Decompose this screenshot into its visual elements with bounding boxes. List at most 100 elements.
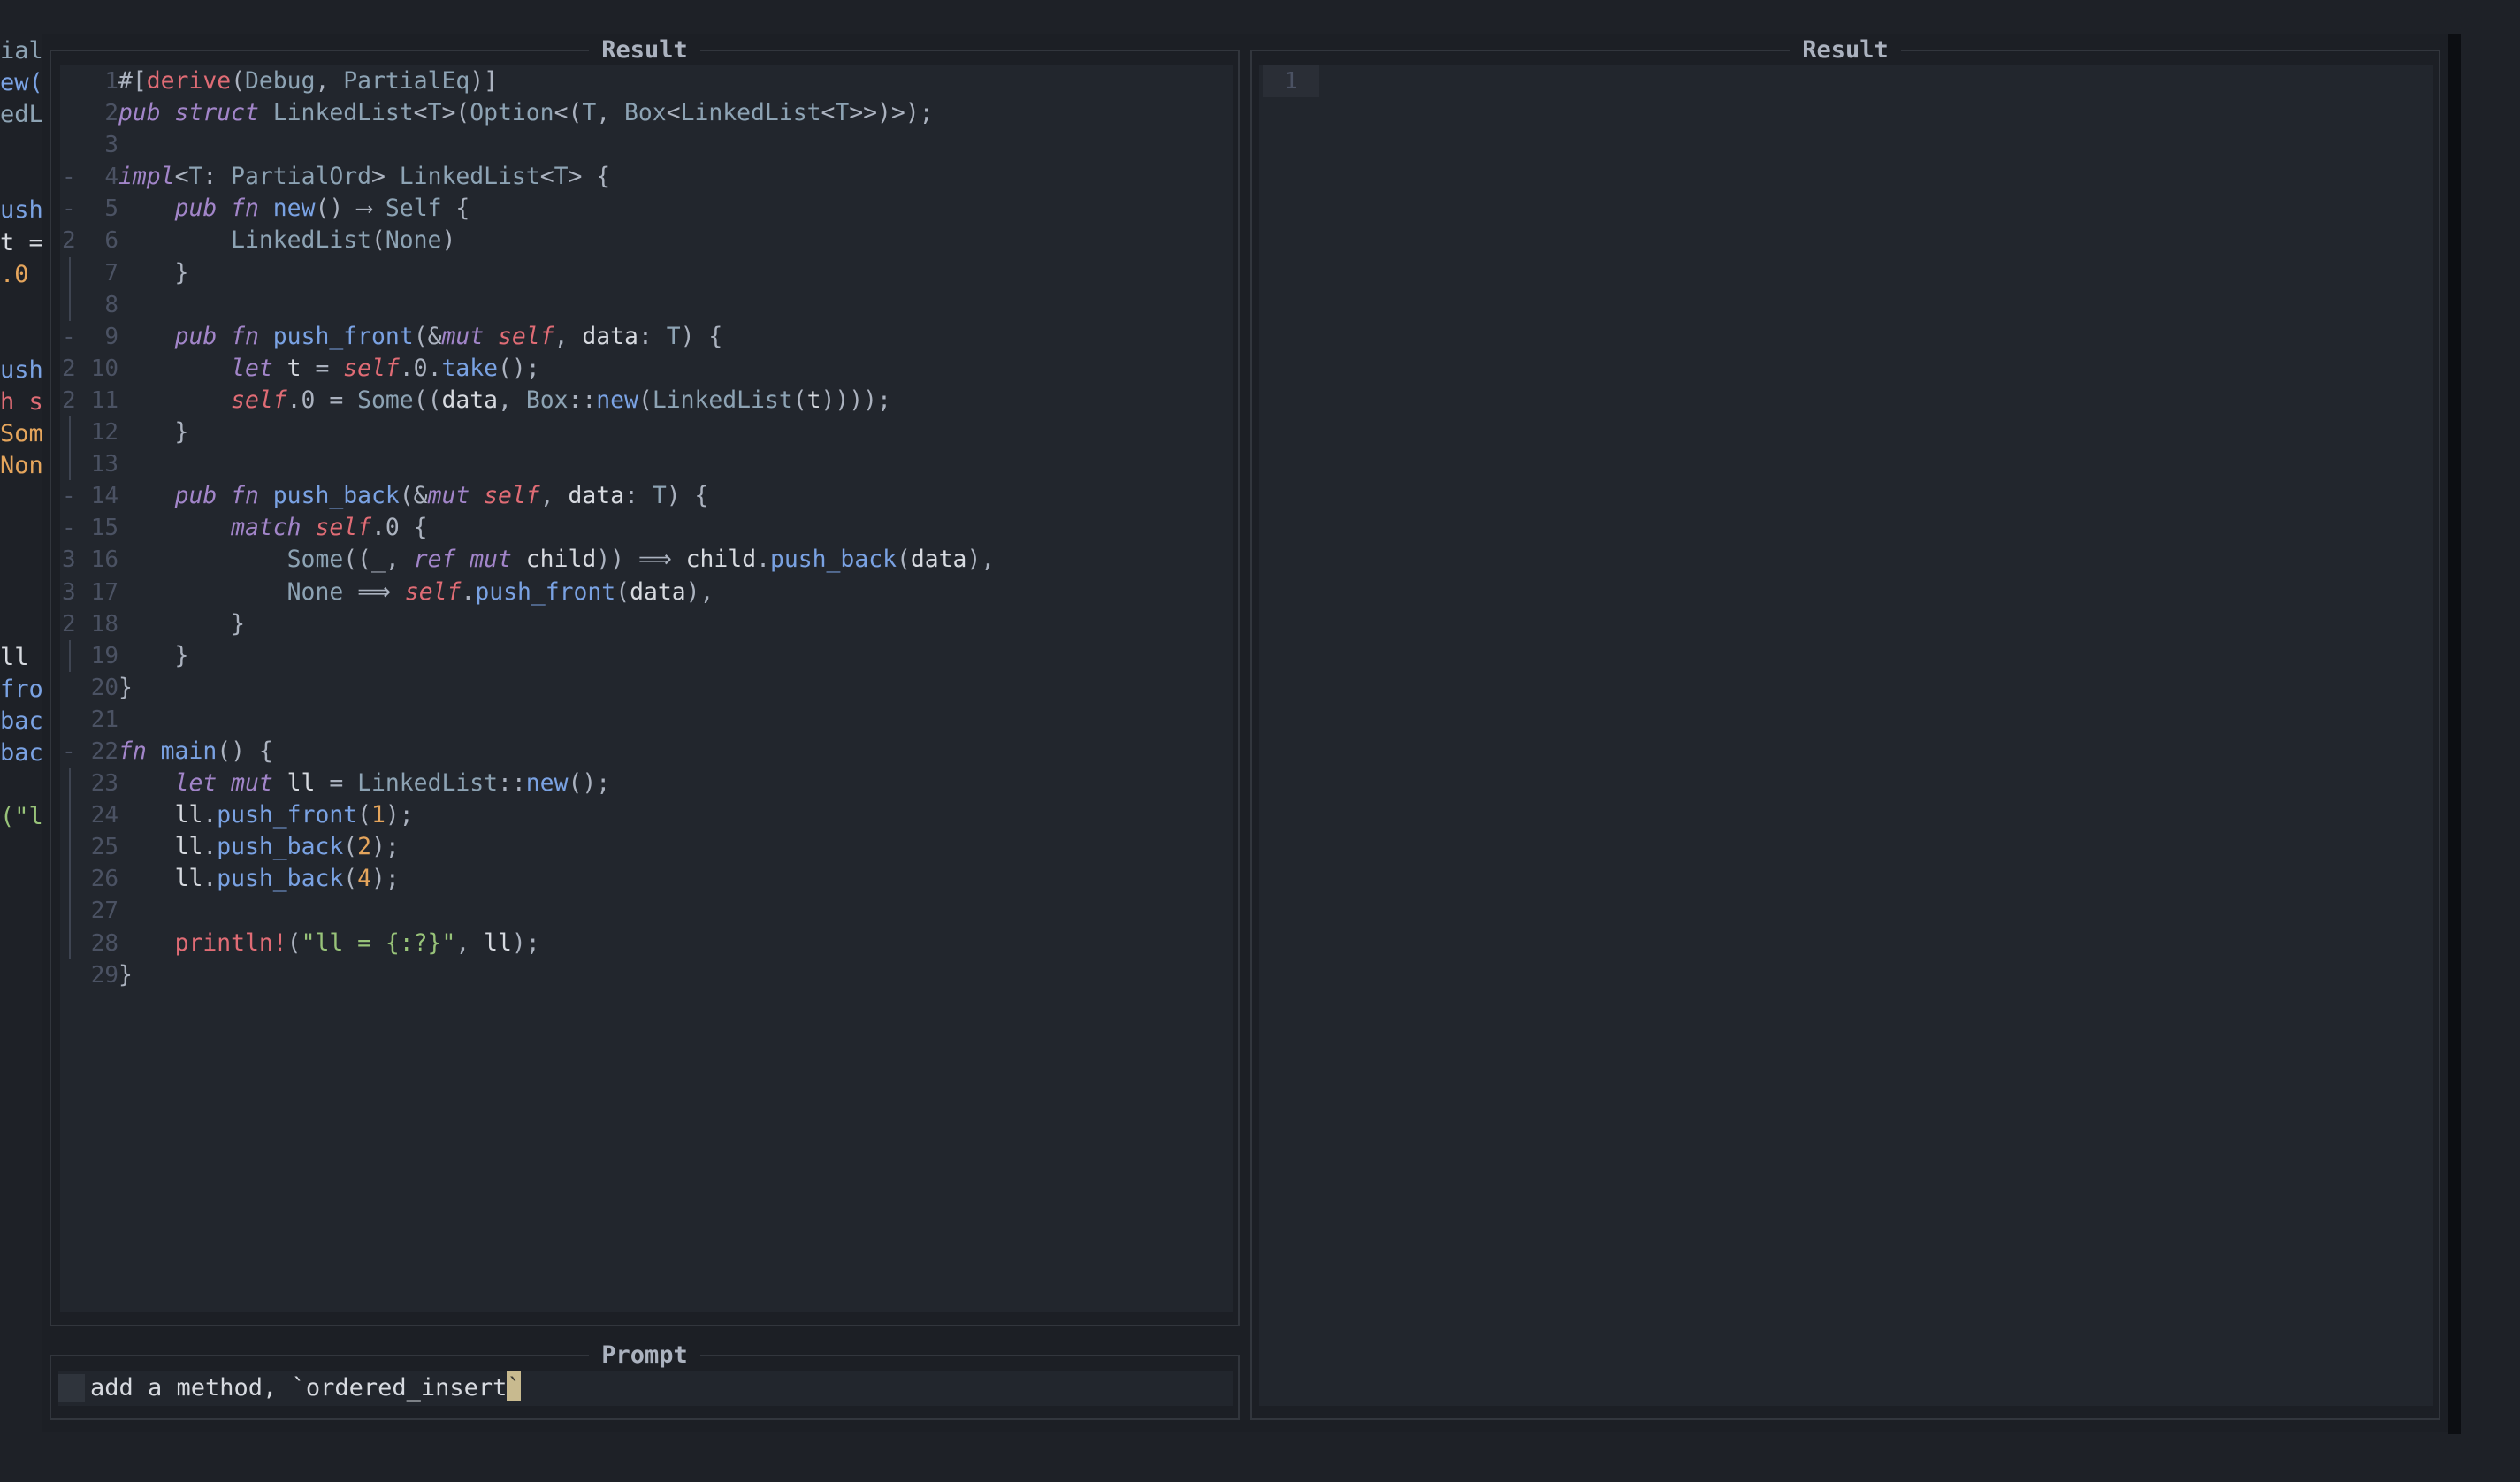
code-line[interactable]: 20} — [60, 672, 1233, 704]
code-line[interactable]: 3 16 Some((_, ref mut child)) ⟹ child.pus… — [60, 544, 1233, 576]
line-number: 10 — [90, 355, 118, 382]
line-number: 4 — [104, 164, 118, 191]
sliver-line: t = — [0, 228, 43, 256]
code-text: pub struct LinkedList<T>(Option<(T, Box<… — [118, 97, 934, 129]
sliver-line — [0, 546, 46, 578]
code-line[interactable]: 1 #[derive(Debug, PartialEq)] — [60, 65, 1233, 97]
line-number: 8 — [104, 291, 118, 318]
code-line[interactable]: 13 — [60, 448, 1233, 481]
line-gutter: 7 — [60, 256, 118, 289]
code-token: main — [160, 737, 218, 765]
line-gutter: -22 — [60, 736, 118, 768]
code-token: ((_, — [343, 546, 414, 574]
code-token: T — [582, 99, 597, 127]
code-line[interactable]: -14 pub fn push_back(&mut self, data: T)… — [60, 480, 1233, 512]
line-gutter: 8 — [60, 288, 118, 321]
code-line[interactable]: 26 ll.push_back(4); — [60, 863, 1233, 896]
fold-marker[interactable]: - — [62, 736, 76, 768]
line-gutter: 26 — [60, 863, 118, 896]
fold-marker[interactable]: - — [62, 193, 76, 225]
code-line[interactable]: 2 10 let t = self.0.take(); — [60, 353, 1233, 385]
code-text: ll.push_front(1); — [118, 799, 414, 831]
code-token: , — [455, 928, 485, 957]
code-view[interactable]: 1 #[derive(Debug, PartialEq)] 2 pub struct … — [60, 65, 1233, 991]
code-token: . — [202, 801, 218, 829]
line-gutter: -4 — [60, 161, 118, 193]
code-line[interactable]: 24 ll.push_front(1); — [60, 799, 1233, 832]
line-gutter: 28 — [60, 927, 118, 959]
code-token: } — [118, 418, 189, 447]
code-token: data — [441, 386, 499, 414]
code-line[interactable]: 12 } — [60, 416, 1233, 449]
code-line[interactable]: 7 } — [60, 256, 1233, 289]
code-line[interactable]: 3 — [60, 129, 1233, 161]
fold-guide — [69, 831, 71, 864]
fold-marker[interactable]: 2 — [62, 385, 76, 416]
line-gutter: -9 — [60, 321, 118, 353]
code-token: ( — [343, 833, 358, 861]
line-number: 22 — [90, 737, 118, 765]
code-line[interactable]: 2 18 } — [60, 608, 1233, 640]
code-token: } — [118, 673, 133, 701]
fold-marker[interactable]: 2 — [62, 608, 76, 640]
code-token: } — [118, 258, 189, 286]
code-line[interactable]: 8 — [60, 288, 1233, 321]
code-token: new — [272, 195, 316, 223]
code-line[interactable]: 2 pub struct LinkedList<T>(Option<(T, Box… — [60, 97, 1233, 129]
code-token: ), — [966, 546, 996, 574]
code-line[interactable]: 28 println!("ll = {:?}", ll); — [60, 927, 1233, 959]
code-line[interactable]: -22 fn main() { — [60, 736, 1233, 768]
fold-marker[interactable]: - — [62, 161, 76, 193]
code-text: pub fn push_front(&mut self, data: T) { — [118, 321, 723, 353]
code-line[interactable]: 21 — [60, 704, 1233, 736]
code-token: let — [231, 354, 287, 382]
fold-marker[interactable]: - — [62, 321, 76, 353]
code-token: . — [202, 865, 218, 893]
prompt-input[interactable]: add a method, `ordered_insert` — [58, 1371, 1233, 1406]
code-token: data — [582, 322, 638, 350]
fold-marker[interactable]: 2 — [62, 225, 76, 256]
code-text: } — [118, 608, 245, 640]
line-number: 28 — [90, 929, 118, 957]
code-editor[interactable]: 1 #[derive(Debug, PartialEq)] 2 pub struct … — [60, 65, 1233, 1312]
sliver-line: ew( — [0, 69, 43, 97]
code-token: . — [461, 577, 476, 606]
code-line[interactable]: -15 match self.0 { — [60, 512, 1233, 544]
fold-marker[interactable]: 2 — [62, 353, 76, 385]
fold-marker[interactable]: - — [62, 480, 76, 512]
sliver-line: .0 — [0, 260, 29, 288]
code-line[interactable]: 2 11 self.0 = Some((data, Box::new(Linked… — [60, 385, 1233, 416]
code-token: t — [286, 354, 302, 382]
code-token: t — [806, 386, 821, 414]
code-line[interactable]: 27 — [60, 895, 1233, 928]
code-token: data — [910, 546, 967, 574]
code-token: , — [498, 386, 526, 414]
sliver-line — [0, 163, 46, 195]
code-token: 2 — [357, 833, 372, 861]
fold-guide — [69, 639, 71, 672]
code-token: , — [596, 99, 625, 127]
fold-marker[interactable]: 3 — [62, 544, 76, 576]
code-line[interactable]: 3 17 None ⟹ self.push_front(data), — [60, 577, 1233, 608]
result-editor[interactable]: 1 — [1259, 65, 2433, 1406]
fold-guide — [69, 895, 71, 928]
code-line[interactable]: 23 let mut ll = LinkedList::new(); — [60, 768, 1233, 800]
code-token: ); — [371, 865, 400, 893]
code-line[interactable]: -5 pub fn new() ⟶ Self { — [60, 193, 1233, 225]
code-token: mut — [427, 482, 485, 510]
fold-marker[interactable]: 3 — [62, 577, 76, 608]
code-line[interactable]: -9 pub fn push_front(&mut self, data: T)… — [60, 321, 1233, 353]
code-line[interactable]: -4 impl<T: PartialOrd> LinkedList<T> { — [60, 161, 1233, 193]
code-text: match self.0 { — [118, 512, 427, 544]
code-line[interactable]: 25 ll.push_back(2); — [60, 831, 1233, 864]
code-token: T — [835, 99, 850, 127]
code-line[interactable]: 26 LinkedList(None) — [60, 225, 1233, 256]
code-line[interactable]: 19 } — [60, 639, 1233, 672]
code-line[interactable]: 29} — [60, 959, 1233, 991]
code-token: #[ — [118, 67, 147, 95]
code-token: { — [441, 195, 470, 223]
fold-marker[interactable]: - — [62, 512, 76, 544]
code-token: self — [343, 354, 400, 382]
code-token: ); — [511, 928, 540, 957]
